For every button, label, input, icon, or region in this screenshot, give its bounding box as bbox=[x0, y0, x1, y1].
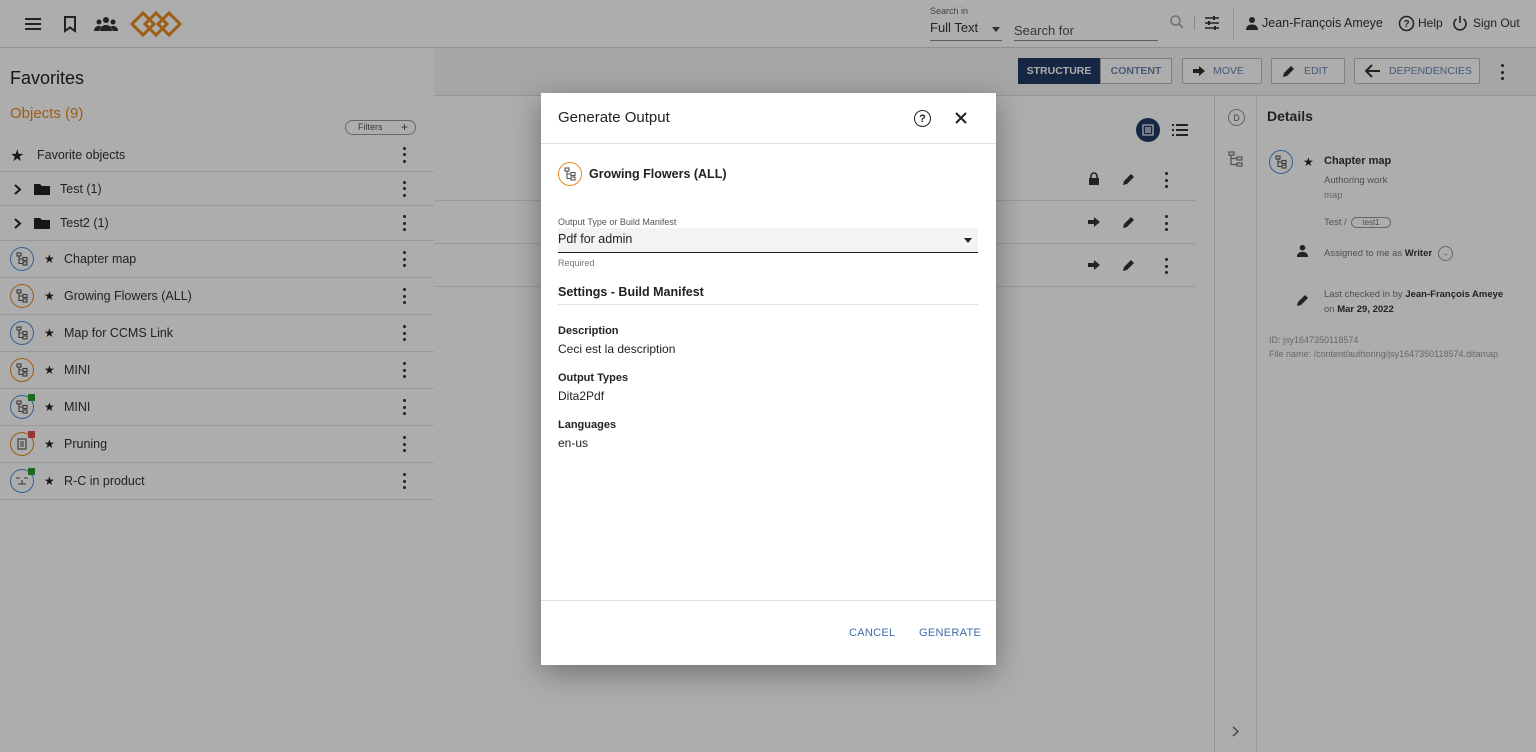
output-types-label: Output Types bbox=[558, 372, 629, 384]
generate-button[interactable]: GENERATE bbox=[919, 627, 981, 639]
object-name: Growing Flowers (ALL) bbox=[589, 167, 727, 181]
dialog-footer: CANCEL GENERATE bbox=[541, 600, 996, 665]
close-icon[interactable] bbox=[951, 108, 971, 128]
description-label: Description bbox=[558, 325, 619, 337]
languages-label: Languages bbox=[558, 419, 617, 431]
languages-value: en-us bbox=[558, 436, 589, 450]
required-helper: Required bbox=[558, 258, 595, 268]
description-value: Ceci est la description bbox=[558, 342, 676, 356]
help-icon[interactable]: ? bbox=[914, 110, 931, 127]
output-types-value: Dita2Pdf bbox=[558, 389, 605, 403]
output-type-label: Output Type or Build Manifest bbox=[558, 217, 677, 227]
dialog-title: Generate Output bbox=[558, 109, 670, 126]
chevron-down-icon bbox=[964, 238, 972, 243]
generate-output-dialog: Generate Output ? Growing Flowers (ALL) … bbox=[541, 93, 996, 665]
section-title: Settings - Build Manifest bbox=[558, 285, 978, 305]
output-type-value: Pdf for admin bbox=[558, 232, 633, 246]
dialog-header: Generate Output ? bbox=[541, 93, 996, 144]
cancel-button[interactable]: CANCEL bbox=[849, 627, 895, 639]
output-type-select[interactable]: Pdf for admin bbox=[558, 228, 978, 253]
map-icon bbox=[558, 162, 582, 186]
